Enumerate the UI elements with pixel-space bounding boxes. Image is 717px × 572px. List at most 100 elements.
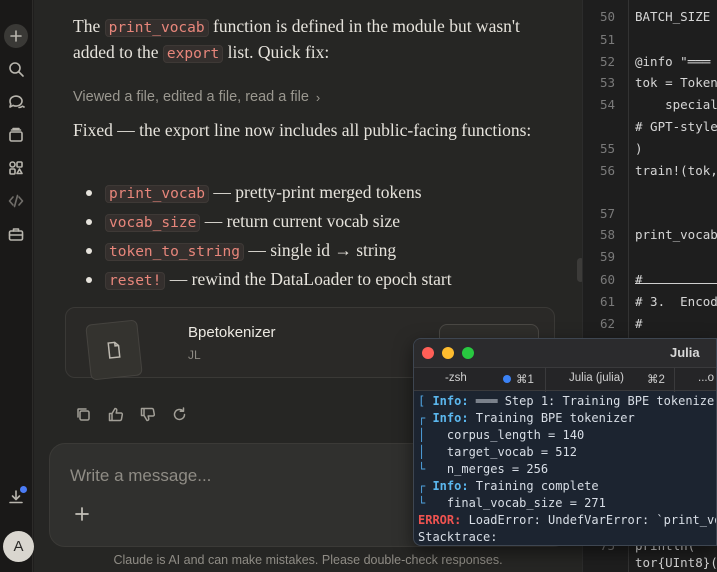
list-item-desc: — single id → string [243,240,397,260]
code-line[interactable]: @info "═══ S [635,54,717,69]
log-bracket: [ [418,394,433,408]
search-button[interactable] [4,57,28,81]
new-chat-button[interactable] [4,24,28,48]
code-line[interactable]: print_vocab( [635,227,717,242]
copy-button[interactable] [73,404,93,424]
line-number: 51 [599,32,615,47]
line-number: 60 [599,272,615,287]
terminal-tab-shortcut-2[interactable]: ⌘2 [647,372,665,386]
log-text: LoadError: UndefVarError: `print_voc [461,513,717,527]
chevron-right-icon: › [315,89,321,105]
terminal-tab-shortcut-1[interactable]: ⌘1 [503,372,534,386]
export-list: print_vocab — pretty-print merged tokens… [73,178,452,294]
info-label: Info: [432,411,469,425]
retry-button[interactable] [169,404,189,424]
terminal-output[interactable]: [ Info: ═══ Step 1: Training BPE tokeniz… [418,393,717,545]
comment-rule [635,283,717,284]
list-item-desc: — pretty-print merged tokens [209,182,422,202]
close-window-button[interactable] [422,347,434,359]
download-button[interactable] [4,485,28,509]
code-icon [8,194,24,208]
chats-button[interactable] [4,90,28,114]
avatar[interactable]: A [3,531,34,562]
line-number: 62 [599,316,615,331]
line-number: 61 [599,294,615,309]
terminal-line: └ n_merges = 256 [418,461,716,478]
document-icon [107,341,121,359]
log-bracket: │ [418,428,433,442]
code-line[interactable]: tok = Tokeni [635,75,717,90]
log-text: corpus_length = 140 [432,428,585,442]
toolbox-icon [8,228,24,241]
terminal-line: [ Info: ═══ Step 1: Training BPE tokeniz… [418,393,717,410]
log-text: Training complete [468,479,599,493]
code-line[interactable]: train!(tok, [635,163,717,178]
assistant-message-intro: The print_vocab function is defined in t… [73,16,520,63]
log-text: Stacktrace: [418,530,498,544]
list-item-desc: — return current vocab size [200,211,401,231]
attach-button[interactable] [72,504,94,526]
code-line[interactable]: # 3. Encode [635,294,717,309]
disclaimer: Claude is AI and can make mistakes. Plea… [113,553,503,567]
plus-icon [75,507,89,521]
code-line[interactable]: tor{UInt8}( [635,555,717,570]
tab-shortcut-label: ⌘1 [516,374,534,386]
thumbs-up-button[interactable] [105,404,125,424]
code-line[interactable]: # [635,272,643,287]
info-label: Info: [432,479,469,493]
terminal-line: └ final_vocab_size = 271 [418,495,716,512]
thumbs-down-icon [140,407,155,421]
zoom-window-button[interactable] [462,347,474,359]
log-text: final_vocab_size = 271 [432,496,606,510]
tab-divider [545,368,546,392]
line-number: 53 [599,75,615,90]
code-line[interactable]: # GPT-style [635,119,717,134]
terminal-title: Julia [670,345,700,360]
artifact-title: Bpetokenizer [188,324,276,341]
activity-dot [503,375,511,383]
notification-dot [20,486,27,493]
log-bracket: └ [418,462,433,476]
log-text: ═══ Step 1: Training BPE tokenizer [468,394,717,408]
terminal-line: Stacktrace: [418,529,716,545]
line-number: 52 [599,54,615,69]
terminal-line: ERROR: LoadError: UndefVarError: `print_… [418,512,717,529]
list-item: reset! — rewind the DataLoader to epoch … [73,265,452,294]
terminal-tab-zsh[interactable]: -zsh [445,372,467,384]
minimize-window-button[interactable] [442,347,454,359]
line-number: 57 [599,206,615,221]
terminal-tab-overflow[interactable]: ...o [698,372,714,384]
terminal-window[interactable]: Julia -zsh ⌘1 Julia (julia) ⌘2 ...o [ In… [413,338,717,546]
error-label: ERROR: [418,513,462,527]
terminal-titlebar[interactable]: Julia [414,339,716,367]
code-button[interactable] [4,189,28,213]
artifact-type: JL [188,348,201,362]
artifacts-button[interactable] [4,156,28,180]
projects-button[interactable] [4,123,28,147]
inline-code: print_vocab [104,19,209,37]
terminal-line: │ corpus_length = 140 [418,427,716,444]
terminal-tab-bar: -zsh ⌘1 Julia (julia) ⌘2 ...o [414,367,716,392]
terminal-tab-julia[interactable]: Julia (julia) [569,372,624,384]
code-line[interactable]: # [635,316,643,331]
list-item: print_vocab — pretty-print merged tokens [73,178,452,207]
toolbox-button[interactable] [4,222,28,246]
tool-use-summary[interactable]: Viewed a file, edited a file, read a fil… [73,89,320,105]
log-text: n_merges = 256 [432,462,549,476]
line-number: 54 [599,97,615,112]
message-actions [73,404,189,424]
log-bracket: └ [418,496,433,510]
code-line[interactable]: BATCH_SIZE = [635,9,717,24]
log-bracket: ┌ [418,411,433,425]
line-number: 59 [599,249,615,264]
code-line[interactable]: ) [635,141,643,156]
inline-code: vocab_size [105,214,201,232]
tab-divider [674,368,675,392]
chats-icon [9,95,25,109]
tool-use-summary-label: Viewed a file, edited a file, read a fil… [73,89,309,105]
message-input[interactable] [70,464,390,488]
thumbs-down-button[interactable] [137,404,157,424]
code-line[interactable]: special_ [635,97,717,112]
info-label: Info: [432,394,469,408]
artifacts-icon [9,161,23,175]
